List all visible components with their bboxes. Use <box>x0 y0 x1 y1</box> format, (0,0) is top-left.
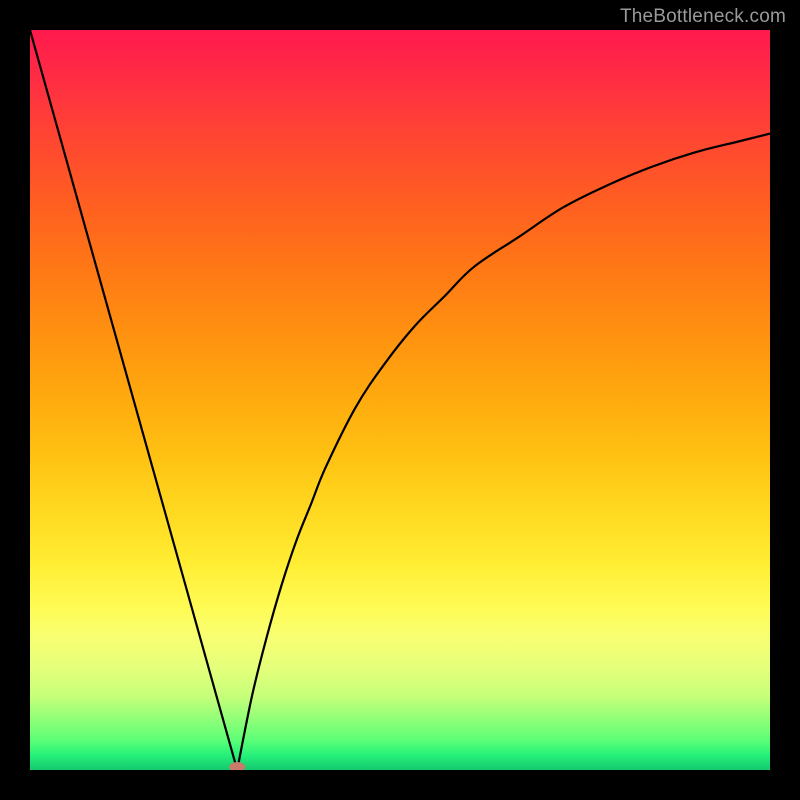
plot-area <box>30 30 770 770</box>
chart-frame: TheBottleneck.com <box>0 0 800 800</box>
curve-right-branch <box>237 134 770 770</box>
attribution-link[interactable]: TheBottleneck.com <box>620 6 786 28</box>
curve-left-branch <box>30 30 237 770</box>
minimum-marker <box>229 762 245 770</box>
curve-svg <box>30 30 770 770</box>
